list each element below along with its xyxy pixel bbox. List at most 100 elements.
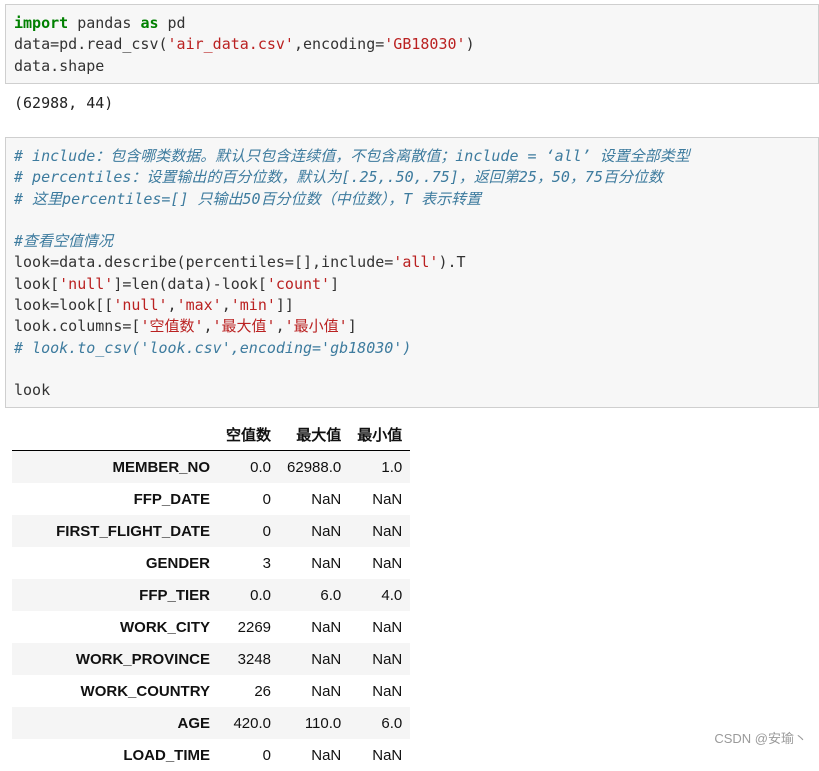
- table-cell: 0: [262, 490, 272, 508]
- code-line: data.shape: [14, 56, 810, 77]
- code-token: ]=len(data)-look[: [113, 274, 267, 293]
- code-line: # include：包含哪类数据。默认只包含连续值，不包含离散值；include…: [14, 146, 810, 167]
- table-cell: 3: [262, 554, 272, 572]
- code-token: '最大值': [212, 317, 276, 336]
- table-cell: NaN: [311, 490, 342, 508]
- code-line: # look.to_csv('look.csv',encoding='gb180…: [14, 338, 810, 359]
- code-token: '空值数': [140, 317, 204, 336]
- code-line: look=look[['null','max','min']]: [14, 295, 810, 316]
- table-cell: NaN: [372, 618, 403, 636]
- code-line: look=data.describe(percentiles=[],includ…: [14, 252, 810, 273]
- table-cell: 4.0: [381, 586, 403, 604]
- table-row: WORK_CITY 2269 NaN NaN: [12, 611, 411, 643]
- table-cell: NaN: [372, 554, 403, 572]
- table-cell: 110.0: [304, 714, 342, 732]
- table-cell: NaN: [372, 490, 403, 508]
- row-index-label: WORK_COUNTRY: [80, 682, 210, 700]
- table-cell: NaN: [311, 554, 342, 572]
- table-row: WORK_PROVINCE 3248 NaN NaN: [12, 643, 411, 675]
- table-cell: NaN: [311, 618, 342, 636]
- table-row: WORK_COUNTRY 26 NaN NaN: [12, 675, 411, 707]
- table-header-row: 空值数 最大值 最小值: [12, 418, 411, 451]
- table-cell: 6.0: [381, 714, 403, 732]
- code-token: 'GB18030': [384, 35, 466, 54]
- code-token: ]]: [275, 296, 294, 315]
- code-token: ).T: [438, 253, 466, 272]
- table-cell: 0: [262, 522, 272, 540]
- table-row: MEMBER_NO 0.0 62988.0 1.0: [12, 450, 411, 483]
- code-token: 'count': [266, 274, 331, 293]
- code-token: # 这里percentiles=[] 只输出50百分位数（中位数），T 表示转置: [14, 189, 482, 208]
- table-row: FFP_DATE 0 NaN NaN: [12, 483, 411, 515]
- code-token: pd: [158, 14, 186, 32]
- code-token: import: [14, 14, 69, 32]
- code-token: look: [14, 381, 51, 400]
- code-token: ,: [167, 296, 177, 315]
- table-cell: NaN: [372, 650, 403, 668]
- code-line: look: [14, 380, 810, 401]
- code-cell-1[interactable]: import pandas as pd data=pd.read_csv('air…: [5, 4, 819, 84]
- code-token: 'air_data.csv': [167, 35, 294, 54]
- code-token: look=look[[: [14, 296, 114, 315]
- table-cell: NaN: [311, 522, 342, 540]
- code-token: 'null': [113, 296, 168, 315]
- table-row: LOAD_TIME 0 NaN NaN: [12, 739, 411, 771]
- row-index-label: LOAD_TIME: [123, 746, 210, 764]
- code-token: look.columns=[: [14, 317, 141, 336]
- code-line: #查看空值情况: [14, 231, 810, 252]
- code-token: '最小值': [284, 317, 348, 336]
- table-cell: NaN: [372, 682, 403, 700]
- code-token: ,encoding=: [293, 35, 385, 54]
- table-cell: 6.0: [320, 586, 342, 604]
- column-header: 最大值: [279, 418, 350, 451]
- table-cell: 62988.0: [287, 458, 342, 476]
- table-cell: NaN: [311, 650, 342, 668]
- table-cell: 26: [254, 682, 272, 700]
- table-row: FFP_TIER 0.0 6.0 4.0: [12, 579, 411, 611]
- row-index-label: AGE: [177, 714, 210, 732]
- row-index-label: FFP_TIER: [139, 586, 210, 604]
- code-line: look['null']=len(data)-look['count']: [14, 274, 810, 295]
- row-index-label: WORK_PROVINCE: [75, 650, 210, 668]
- watermark: CSDN @安瑜丶: [714, 731, 807, 746]
- code-token: ,: [275, 317, 285, 336]
- row-index-label: MEMBER_NO: [112, 458, 210, 476]
- code-line: look.columns=['空值数','最大值','最小值']: [14, 316, 810, 337]
- code-line: # 这里percentiles=[] 只输出50百分位数（中位数），T 表示转置: [14, 189, 810, 210]
- code-line: import pandas as pd: [14, 13, 810, 34]
- column-header: 最小值: [349, 418, 411, 451]
- code-line: # percentiles：设置输出的百分位数，默认为[.25,.50,.75]…: [14, 167, 810, 188]
- code-token: # look.to_csv('look.csv',encoding='gb180…: [14, 338, 412, 357]
- table-cell: NaN: [311, 682, 342, 700]
- code-token: as: [140, 14, 159, 32]
- table-row: AGE 420.0 110.0 6.0: [12, 707, 411, 739]
- code-token: ): [465, 35, 475, 54]
- table-row: FIRST_FLIGHT_DATE 0 NaN NaN: [12, 515, 411, 547]
- code-token: data=pd.read_csv(: [14, 35, 168, 54]
- code-token: # include：包含哪类数据。默认只包含连续值，不包含离散值；include…: [14, 147, 690, 165]
- row-index-label: FIRST_FLIGHT_DATE: [56, 522, 210, 540]
- code-token: 'max': [176, 296, 222, 315]
- column-header: [12, 418, 218, 451]
- code-token: #查看空值情况: [14, 232, 114, 251]
- output-shape: (62988, 44): [14, 94, 114, 112]
- table-cell: 1.0: [381, 458, 403, 476]
- describe-table: 空值数 最大值 最小值 MEMBER_NO 0.0 62988.0 1.0 FFP_DATE…: [12, 418, 411, 771]
- table-cell: 3248: [237, 650, 272, 668]
- table-cell: 0: [262, 746, 272, 764]
- code-cell-2[interactable]: # include：包含哪类数据。默认只包含连续值，不包含离散值；include…: [5, 137, 819, 408]
- code-token: pandas: [68, 14, 141, 32]
- code-line: data=pd.read_csv('air_data.csv',encoding…: [14, 34, 810, 55]
- table-cell: 420.0: [233, 714, 272, 732]
- table-row: GENDER 3 NaN NaN: [12, 547, 411, 579]
- code-token: ,: [203, 317, 213, 336]
- code-token: ,: [221, 296, 231, 315]
- code-token: 'null': [59, 274, 114, 293]
- code-token: ]: [330, 274, 340, 293]
- code-token: look=data.describe(percentiles=[],includ…: [14, 253, 394, 272]
- code-token: # percentiles：设置输出的百分位数，默认为[.25,.50,.75]…: [14, 168, 663, 187]
- column-header: 空值数: [218, 418, 280, 451]
- table-cell: 0.0: [250, 586, 272, 604]
